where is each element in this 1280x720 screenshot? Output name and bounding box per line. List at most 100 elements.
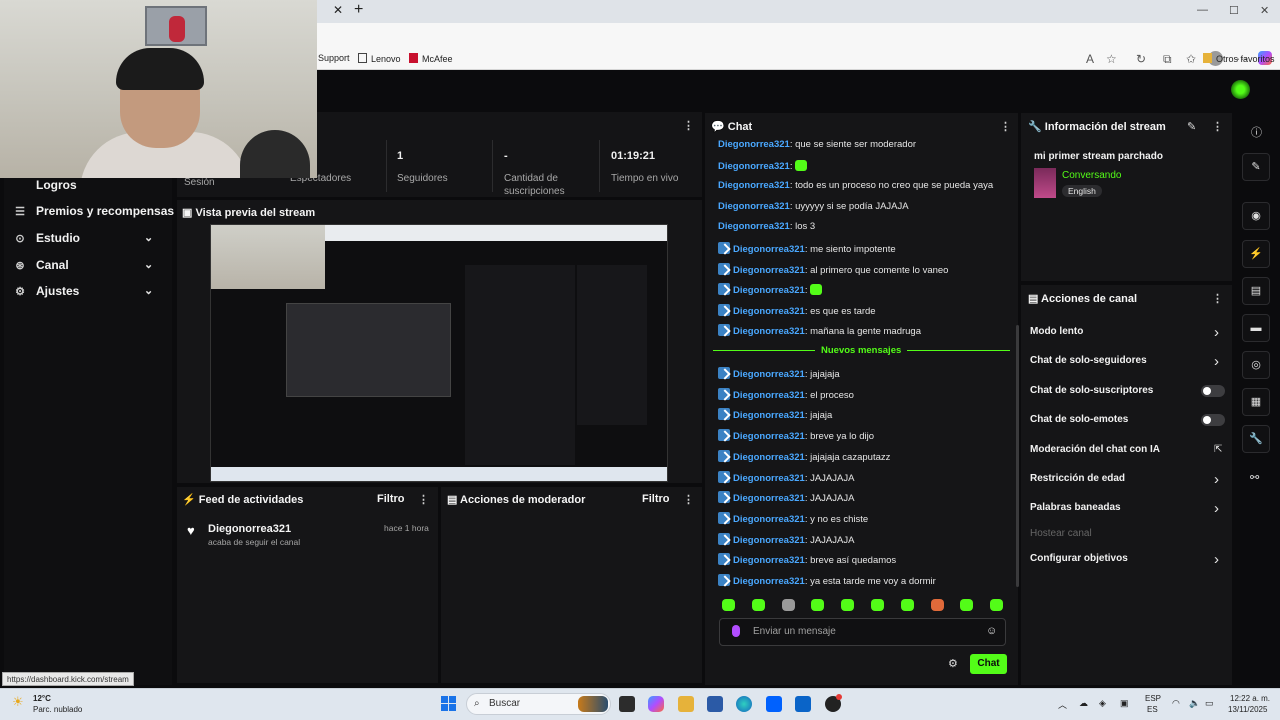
chat-username[interactable]: Diegonorrea321: [718, 180, 790, 191]
channel-action-item[interactable]: Chat de solo-seguidores: [1030, 355, 1147, 366]
chat-menu-icon[interactable]: ⋮: [1000, 120, 1011, 133]
emote-picker-icon[interactable]: [781, 599, 795, 611]
microphone-icon[interactable]: [732, 625, 740, 637]
weather-temp[interactable]: 12°C: [33, 694, 51, 703]
edge-browser-icon[interactable]: [736, 696, 752, 712]
chat-scrollbar[interactable]: [1016, 325, 1019, 587]
channel-action-item[interactable]: Chat de solo-emotes: [1030, 414, 1128, 425]
rail-edit-pencil-icon[interactable]: ✎: [1242, 153, 1270, 181]
volume-icon[interactable]: 🔈: [1189, 698, 1200, 709]
chat-username[interactable]: Diegonorrea321: [733, 390, 805, 401]
external-link-icon[interactable]: ⇱: [1214, 444, 1222, 455]
emote-picker-icon[interactable]: [900, 599, 914, 611]
close-tab-icon[interactable]: ✕: [333, 3, 343, 17]
outlook-icon[interactable]: [795, 696, 811, 712]
channel-action-item[interactable]: Modo lento: [1030, 326, 1083, 337]
chat-username[interactable]: Diegonorrea321: [733, 431, 805, 442]
channel-action-item[interactable]: Palabras baneadas: [1030, 502, 1121, 513]
store-icon[interactable]: [707, 696, 723, 712]
chat-username[interactable]: Diegonorrea321: [733, 285, 805, 296]
sidebar-item-premios[interactable]: ☰ Premios y recompensas: [12, 204, 174, 226]
channel-action-item[interactable]: Restricción de edad: [1030, 473, 1125, 484]
rail-chat-icon[interactable]: ▬: [1242, 314, 1270, 342]
chevron-right-icon[interactable]: ›: [1214, 500, 1219, 517]
chat-username[interactable]: Diegonorrea321: [733, 473, 805, 484]
task-view-icon[interactable]: [619, 696, 635, 712]
search-highlight-icon[interactable]: [578, 696, 608, 712]
toggle-switch[interactable]: [1201, 385, 1225, 397]
language-indicator-top[interactable]: ESP: [1145, 694, 1161, 703]
activity-menu-icon[interactable]: ⋮: [418, 493, 429, 506]
battery-icon[interactable]: ▭: [1205, 698, 1214, 709]
stream-preview-video[interactable]: [210, 224, 668, 482]
file-explorer-icon[interactable]: [678, 696, 694, 712]
read-aloud-icon[interactable]: A: [1086, 52, 1094, 66]
refresh-icon[interactable]: ↻: [1136, 52, 1146, 66]
other-favorites[interactable]: Otros favoritos: [1203, 53, 1275, 64]
mod-actions-filter-button[interactable]: Filtro: [642, 493, 670, 505]
minimize-icon[interactable]: —: [1197, 4, 1208, 16]
sidebar-item-logros[interactable]: Logros: [12, 178, 77, 200]
chat-username[interactable]: Diegonorrea321: [733, 369, 805, 380]
channel-action-item[interactable]: Configurar objetivos: [1030, 553, 1128, 564]
rail-camera-icon[interactable]: ◉: [1242, 202, 1270, 230]
rail-lightning-icon[interactable]: ⚡: [1242, 240, 1270, 268]
maximize-icon[interactable]: ☐: [1229, 4, 1239, 17]
channel-actions-menu-icon[interactable]: ⋮: [1212, 292, 1223, 305]
emote-picker-icon[interactable]: [930, 599, 944, 611]
emoji-picker-icon[interactable]: ☺: [986, 625, 997, 637]
chat-username[interactable]: Diegonorrea321: [733, 452, 805, 463]
emote-picker-icon[interactable]: [871, 599, 884, 611]
chat-username[interactable]: Diegonorrea321: [733, 410, 805, 421]
toggle-switch[interactable]: [1201, 414, 1225, 426]
tray-app-icon[interactable]: ▣: [1120, 698, 1129, 709]
category-link[interactable]: Conversando: [1062, 170, 1121, 181]
rail-broadcast-icon[interactable]: ◎: [1242, 351, 1270, 379]
rail-document-icon[interactable]: ▤: [1242, 277, 1270, 305]
bookmark-mcafee[interactable]: McAfee: [409, 53, 453, 64]
clock-time[interactable]: 12:22 a. m.: [1230, 694, 1270, 703]
chat-username[interactable]: Diegonorrea321: [733, 493, 805, 504]
chat-username[interactable]: Diegonorrea321: [733, 535, 805, 546]
chat-username[interactable]: Diegonorrea321: [718, 201, 790, 212]
chevron-right-icon[interactable]: ›: [1214, 471, 1219, 488]
chat-settings-gear-icon[interactable]: ⚙: [948, 657, 958, 670]
rail-share-icon[interactable]: ⚯: [1250, 471, 1259, 484]
stream-info-menu-icon[interactable]: ⋮: [1212, 120, 1223, 133]
chat-username[interactable]: Diegonorrea321: [733, 555, 805, 566]
tray-cloud-icon[interactable]: ☁: [1079, 698, 1088, 709]
chat-username[interactable]: Diegonorrea321: [733, 265, 805, 276]
emote-picker-icon[interactable]: [722, 599, 735, 611]
bookmark-support[interactable]: Support: [318, 53, 350, 63]
chevron-right-icon[interactable]: ›: [1214, 551, 1219, 568]
tray-chevron-icon[interactable]: ︿: [1058, 698, 1067, 711]
chat-username[interactable]: Diegonorrea321: [718, 139, 790, 150]
chat-username[interactable]: Diegonorrea321: [733, 306, 805, 317]
chevron-right-icon[interactable]: ›: [1214, 324, 1219, 341]
rail-wrench-icon[interactable]: 🔧: [1242, 425, 1270, 453]
rail-layout-icon[interactable]: ▦: [1242, 388, 1270, 416]
emote-picker-icon[interactable]: [990, 599, 1004, 611]
emote-picker-icon[interactable]: [841, 599, 855, 611]
window-close-icon[interactable]: ✕: [1260, 4, 1269, 17]
chat-username[interactable]: Diegonorrea321: [733, 576, 805, 587]
chat-username[interactable]: Diegonorrea321: [733, 514, 805, 525]
sidebar-item-estudio[interactable]: ⊙ Estudio ⌄: [12, 231, 153, 253]
chat-send-button[interactable]: Chat: [970, 654, 1007, 674]
mod-actions-menu-icon[interactable]: ⋮: [683, 493, 694, 506]
chat-username[interactable]: Diegonorrea321: [733, 244, 805, 255]
chat-username[interactable]: Diegonorrea321: [733, 326, 805, 337]
sidebar-item-canal[interactable]: ⊛ Canal ⌄: [12, 258, 153, 280]
channel-action-item[interactable]: Chat de solo-suscriptores: [1030, 385, 1153, 396]
wifi-icon[interactable]: ◠: [1172, 698, 1180, 709]
sidebar-item-ajustes[interactable]: ⚙ Ajustes ⌄: [12, 284, 153, 306]
channel-action-item[interactable]: Moderación del chat con IA: [1030, 444, 1160, 455]
favorite-star-icon[interactable]: ☆: [1106, 52, 1117, 66]
edit-pencil-icon[interactable]: ✎: [1187, 120, 1196, 133]
tray-security-icon[interactable]: ◈: [1099, 698, 1106, 709]
extensions-icon[interactable]: ⧉: [1163, 52, 1172, 67]
chat-username[interactable]: Diegonorrea321: [718, 221, 790, 232]
bookmark-lenovo[interactable]: Lenovo: [358, 53, 401, 64]
emote-picker-icon[interactable]: [811, 599, 825, 611]
new-tab-icon[interactable]: +: [354, 1, 363, 19]
